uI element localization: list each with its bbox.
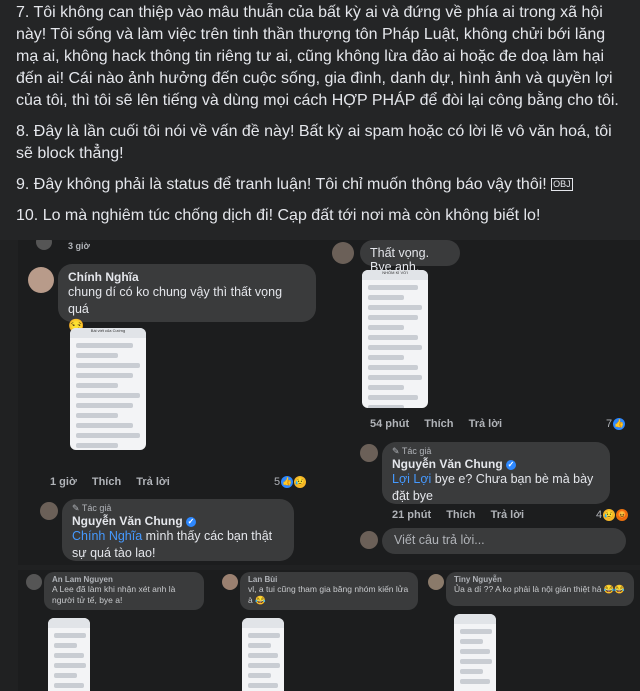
comment-time: 21 phút: [392, 509, 432, 521]
comment-time: 1 giờ: [50, 476, 77, 488]
right-comment-screenshot: Thất vọng. Bye anh. NHÓM KÍ VỚI 54 phút …: [330, 240, 640, 565]
commenter-name-text: Nguyễn Văn Chung: [72, 514, 183, 528]
commenter-name-text: Nguyễn Văn Chung: [392, 457, 503, 471]
phone-title: Bài viết của Cường: [70, 328, 146, 338]
comment-text: chung dí có ko chung vậy thì thất vọng q…: [68, 285, 283, 316]
comment-bubble: An Lam Nguyen A Lee đã làm khi nhận xét …: [44, 572, 204, 610]
comment-bubble: Thất vọng. Bye anh.: [360, 240, 460, 274]
angry-reaction-icon: 😡: [616, 509, 629, 521]
top-time: 3 giờ: [68, 241, 90, 251]
sad-reaction-icon: 😥: [294, 476, 307, 488]
avatar: [428, 574, 444, 590]
mention-link[interactable]: Lợi Lợi: [392, 472, 431, 486]
reaction-count[interactable]: 5 👍 😥: [274, 476, 307, 488]
verified-badge-icon: ✓: [186, 516, 197, 527]
reaction-count-number: 5: [274, 476, 281, 488]
author-tag-label: Tác giả: [81, 503, 112, 513]
attached-screenshot-image[interactable]: [242, 618, 284, 691]
author-tag-label: Tác giả: [401, 446, 432, 456]
commenter-name[interactable]: Nguyễn Văn Chung ✓: [392, 457, 600, 471]
commenter-name[interactable]: Chính Nghĩa: [68, 270, 306, 284]
comment-text: Ủa a dí ?? A ko phải là nội gián thiệt h…: [454, 584, 625, 594]
commenter-name: An Lam Nguyen: [52, 575, 113, 584]
reaction-count-number: 7: [606, 418, 613, 430]
author-tag: ✎ Tác giả: [72, 503, 112, 513]
comment-text: A Lee đã làm khi nhận xét anh là người t…: [52, 584, 176, 605]
commenter-name: Lan Bùi: [248, 575, 278, 584]
comment-meta: 1 giờ Thích Trả lời: [50, 476, 182, 488]
post-paragraph-10: 10. Lo mà nghiêm túc chống dịch đi! Cạp …: [16, 207, 541, 224]
post-paragraph-9-text: 9. Đây không phải là status để tranh luậ…: [16, 176, 547, 193]
attached-screenshot-image[interactable]: [48, 618, 90, 691]
reply-bubble: ✎ Tác giả Nguyễn Văn Chung ✓ Chính Nghĩa…: [62, 499, 294, 561]
commenter-name[interactable]: Nguyễn Văn Chung ✓: [72, 514, 284, 528]
sad-reaction-icon: 😥: [603, 509, 616, 521]
avatar[interactable]: [28, 267, 54, 293]
reaction-count-number: 4: [596, 509, 603, 521]
attached-screenshot-image[interactable]: NHÓM KÍ VỚI: [362, 270, 428, 408]
avatar: [26, 574, 42, 590]
like-link[interactable]: Thích: [446, 509, 475, 521]
avatar[interactable]: [360, 444, 378, 462]
avatar: [222, 574, 238, 590]
like-reaction-icon: 👍: [613, 418, 626, 430]
comment-meta: 54 phút Thích Trả lời: [370, 418, 514, 430]
post-paragraph-9: 9. Đây không phải là status để tranh luậ…: [16, 174, 630, 196]
post-paragraph-7: 7. Tôi không can thiệp vào mâu thuẫn của…: [16, 4, 619, 109]
phone-title: NHÓM KÍ VỚI: [362, 270, 428, 280]
avatar: [36, 240, 52, 250]
commenter-name: Tiny Nguyễn: [454, 575, 502, 584]
comment-time: 54 phút: [370, 418, 410, 430]
bottom-comment-screenshot-1: An Lam Nguyen A Lee đã làm khi nhận xét …: [18, 570, 218, 691]
screenshot-collage[interactable]: 3 giờ Chính Nghĩa chung dí có ko chung v…: [0, 240, 640, 691]
comment-meta: 21 phút Thích Trả lời: [392, 509, 536, 521]
comment-text: vl, a tui cũng tham gia băng nhóm kiến l…: [248, 584, 409, 605]
verified-badge-icon: ✓: [506, 459, 517, 470]
author-tag: ✎ Tác giả: [392, 446, 432, 456]
mention-link[interactable]: Chính Nghĩa: [72, 529, 142, 543]
avatar[interactable]: [360, 531, 378, 549]
comment-bubble: Chính Nghĩa chung dí có ko chung vậy thì…: [58, 264, 316, 333]
comment-bubble: Tiny Nguyễn Ủa a dí ?? A ko phải là nội …: [446, 572, 634, 606]
attached-screenshot-image[interactable]: Bài viết của Cường: [70, 328, 146, 450]
reply-input[interactable]: Viết câu trả lời...: [382, 528, 626, 554]
left-comment-screenshot: 3 giờ Chính Nghĩa chung dí có ko chung v…: [18, 240, 330, 565]
like-link[interactable]: Thích: [424, 418, 453, 430]
avatar[interactable]: [332, 242, 354, 264]
like-link[interactable]: Thích: [92, 476, 121, 488]
reply-link[interactable]: Trả lời: [469, 418, 503, 430]
reply-link[interactable]: Trả lời: [491, 509, 525, 521]
reply-bubble: ✎ Tác giả Nguyễn Văn Chung ✓ Lợi Lợi bye…: [382, 442, 610, 504]
like-reaction-icon: 👍: [281, 476, 294, 488]
object-replacement-glyph: OBJ: [551, 178, 573, 192]
post-body: 7. Tôi không can thiệp vào mâu thuẫn của…: [0, 0, 640, 240]
reaction-count[interactable]: 4 😥 😡: [596, 509, 629, 521]
attached-screenshot-image[interactable]: [454, 614, 496, 691]
comment-bubble: Lan Bùi vl, a tui cũng tham gia băng nhó…: [240, 572, 418, 610]
bottom-comment-screenshot-3: Tiny Nguyễn Ủa a dí ?? A ko phải là nội …: [424, 570, 640, 691]
post-paragraph-8: 8. Đây là lần cuối tôi nói về vấn đề này…: [16, 123, 612, 162]
reaction-count[interactable]: 7 👍: [606, 418, 626, 430]
avatar[interactable]: [40, 502, 58, 520]
bottom-comment-screenshot-2: Lan Bùi vl, a tui cũng tham gia băng nhó…: [218, 570, 424, 691]
reply-link[interactable]: Trả lời: [136, 476, 170, 488]
